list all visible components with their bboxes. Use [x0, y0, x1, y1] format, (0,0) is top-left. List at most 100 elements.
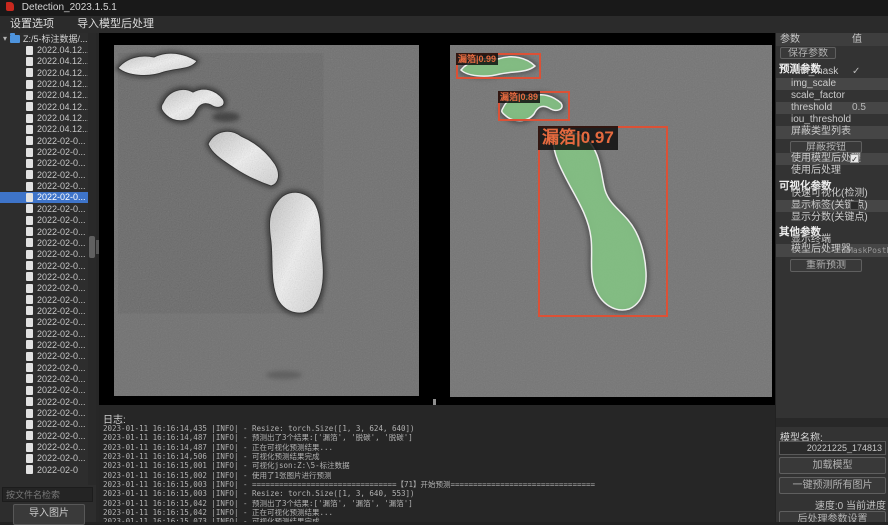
tree-item-label: 2022-02-0...: [37, 340, 86, 350]
tree-item[interactable]: 2022-02-0...: [0, 294, 88, 305]
tree-item[interactable]: 2022.04.12...: [0, 44, 88, 55]
tree-item[interactable]: 2022.04.12...: [0, 78, 88, 89]
mask-button[interactable]: 屏蔽按钮: [790, 141, 862, 153]
tree-item[interactable]: 2022-02-0...: [0, 430, 88, 441]
tree-item[interactable]: 2022-02-0...: [0, 271, 88, 282]
tree-item[interactable]: 2022-02-0...: [0, 362, 88, 373]
param-row-img-scale[interactable]: img_scale: [776, 78, 888, 90]
file-icon: [26, 397, 33, 406]
file-icon: [26, 102, 33, 111]
tree-item[interactable]: 2022.04.12...: [0, 56, 88, 67]
tree-item[interactable]: 2022.04.12...: [0, 124, 88, 135]
tree-scrollbar[interactable]: [88, 33, 96, 485]
tree-root[interactable]: ▾ Z:/5-标注数据/...: [0, 33, 88, 44]
tree-item-label: 2022-02-0...: [37, 363, 86, 373]
tree-item-label: 2022-02-0...: [37, 397, 86, 407]
tree-item[interactable]: 2022-02-0...: [0, 351, 88, 362]
tree-item[interactable]: 2022.04.12...: [0, 67, 88, 78]
repredict-button[interactable]: 重新预测: [790, 259, 862, 272]
tree-item[interactable]: 2022-02-0...: [0, 339, 88, 350]
menu-settings[interactable]: 设置选项: [0, 16, 64, 33]
file-icon: [26, 318, 33, 327]
tree-item[interactable]: 2022-02-0...: [0, 385, 88, 396]
param-row-use-post[interactable]: 使用后处理: [776, 165, 888, 177]
source-image: [114, 45, 419, 396]
param-row-threshold[interactable]: threshold 0.5: [776, 102, 888, 114]
tree-item[interactable]: 2022-02-0...: [0, 407, 88, 418]
param-row-with-mask[interactable]: with_mask ✓: [776, 66, 888, 78]
tree-item[interactable]: 2022-02-0...: [0, 317, 88, 328]
load-model-button[interactable]: 加载模型: [779, 457, 886, 474]
file-tree[interactable]: ▾ Z:/5-标注数据/... 2022.04.12...2022.04.12.…: [0, 33, 88, 485]
tree-item[interactable]: 2022-02-0...: [0, 305, 88, 316]
tree-item[interactable]: 2022-02-0...: [0, 373, 88, 384]
tree-item[interactable]: 2022-02-0...: [0, 135, 88, 146]
param-row-show-label[interactable]: 显示标签(关键点): [776, 200, 888, 212]
source-image-panel[interactable]: [114, 45, 419, 396]
tree-item[interactable]: 2022-02-0...: [0, 226, 88, 237]
tree-item[interactable]: 2022-02-0...: [0, 180, 88, 191]
param-row-model-post-processor[interactable]: 模型后处理器 MaskPostPro: [776, 244, 888, 257]
param-row-use-model-post[interactable]: 使用模型后处理 ✓: [776, 153, 888, 165]
tree-item-label: 2022-02-0...: [37, 385, 86, 395]
checkbox-unchecked-icon[interactable]: [850, 201, 859, 210]
tree-item[interactable]: 2022.04.12...: [0, 101, 88, 112]
tree-item[interactable]: 2022-02-0...: [0, 215, 88, 226]
tree-item-label: 2022-02-0...: [37, 158, 86, 168]
tree-item[interactable]: 2022-02-0...: [0, 169, 88, 180]
checkbox-checked-icon[interactable]: ✓: [850, 154, 859, 163]
tree-item[interactable]: 2022-02-0...: [0, 158, 88, 169]
file-icon: [26, 57, 33, 66]
prediction-image-panel[interactable]: 漏箔|0.99 漏箔|0.89 漏箔|0.97: [450, 45, 772, 397]
detection-box: 漏箔|0.89: [498, 91, 570, 121]
tree-item-label: 2022-02-0: [37, 465, 78, 475]
log-line: 2023-01-11 16:16:15,002 |INFO| - 使用了1张图片…: [103, 471, 595, 480]
tree-item[interactable]: 2022-02-0...: [0, 419, 88, 430]
image-viewer-area: 漏箔|0.99 漏箔|0.89 漏箔|0.97: [99, 33, 775, 405]
tree-item-label: 2022.04.12...: [37, 79, 88, 89]
file-icon: [26, 340, 33, 349]
tree-item[interactable]: 2022-02-0: [0, 464, 88, 475]
param-row-show-score[interactable]: 显示分数(关键点): [776, 212, 888, 224]
detection-box: 漏箔|0.97: [538, 126, 668, 317]
tree-item[interactable]: 2022-02-0...: [0, 328, 88, 339]
tree-scrollbar-thumb[interactable]: [89, 236, 95, 258]
tree-item[interactable]: 2022-02-0...: [0, 237, 88, 248]
model-name-field[interactable]: 20221225_174813: [779, 441, 886, 455]
param-row-mask-type-list[interactable]: 屏蔽类型列表: [776, 126, 888, 139]
log-panel[interactable]: 日志: 2023-01-11 16:16:14,435 |INFO| - Res…: [99, 405, 775, 522]
param-row-quick-visual[interactable]: 快速可视化(检测): [776, 188, 888, 200]
filename-search-input[interactable]: [2, 487, 93, 502]
tree-item[interactable]: 2022-02-0...: [0, 453, 88, 464]
tree-item[interactable]: 2022-02-0...: [0, 396, 88, 407]
tree-item[interactable]: 2022-02-0...: [0, 260, 88, 271]
predict-all-button[interactable]: 一键预测所有图片: [779, 477, 886, 494]
menu-import-post[interactable]: 导入模型后处理: [67, 16, 164, 33]
file-icon: [26, 114, 33, 123]
tree-item-label: 2022-02-0...: [37, 238, 86, 248]
tree-item[interactable]: 2022-02-0...: [0, 441, 88, 452]
file-icon: [26, 454, 33, 463]
tree-item[interactable]: 2022-02-0...: [0, 203, 88, 214]
app-icon: [6, 2, 14, 11]
tree-item-label: 2022-02-0...: [37, 351, 86, 361]
tree-item[interactable]: 2022-02-0...: [0, 146, 88, 157]
tree-item[interactable]: 2022.04.12...: [0, 112, 88, 123]
tree-item-label: 2022-02-0...: [37, 283, 86, 293]
post-process-settings-button[interactable]: 后处理参数设置: [779, 511, 886, 522]
file-icon: [26, 148, 33, 157]
tree-item[interactable]: 2022-02-0...: [0, 192, 88, 203]
save-params-button[interactable]: 保存参数: [780, 47, 836, 59]
tree-item[interactable]: 2022-02-0...: [0, 283, 88, 294]
param-row-scale-factor[interactable]: scale_factor: [776, 90, 888, 102]
file-icon: [26, 182, 33, 191]
param-row-iou-threshold[interactable]: iou_threshold: [776, 114, 888, 126]
file-icon: [26, 136, 33, 145]
log-line: 2023-01-11 16:16:14,435 |INFO| - Resize:…: [103, 424, 595, 433]
file-icon: [26, 238, 33, 247]
parameter-panel: 参数 值 保存参数 预测参数 with_mask ✓ img_scale sca…: [775, 33, 888, 522]
file-icon: [26, 465, 33, 474]
chevron-down-icon[interactable]: ▾: [3, 34, 7, 43]
tree-item[interactable]: 2022.04.12...: [0, 90, 88, 101]
tree-item[interactable]: 2022-02-0...: [0, 249, 88, 260]
